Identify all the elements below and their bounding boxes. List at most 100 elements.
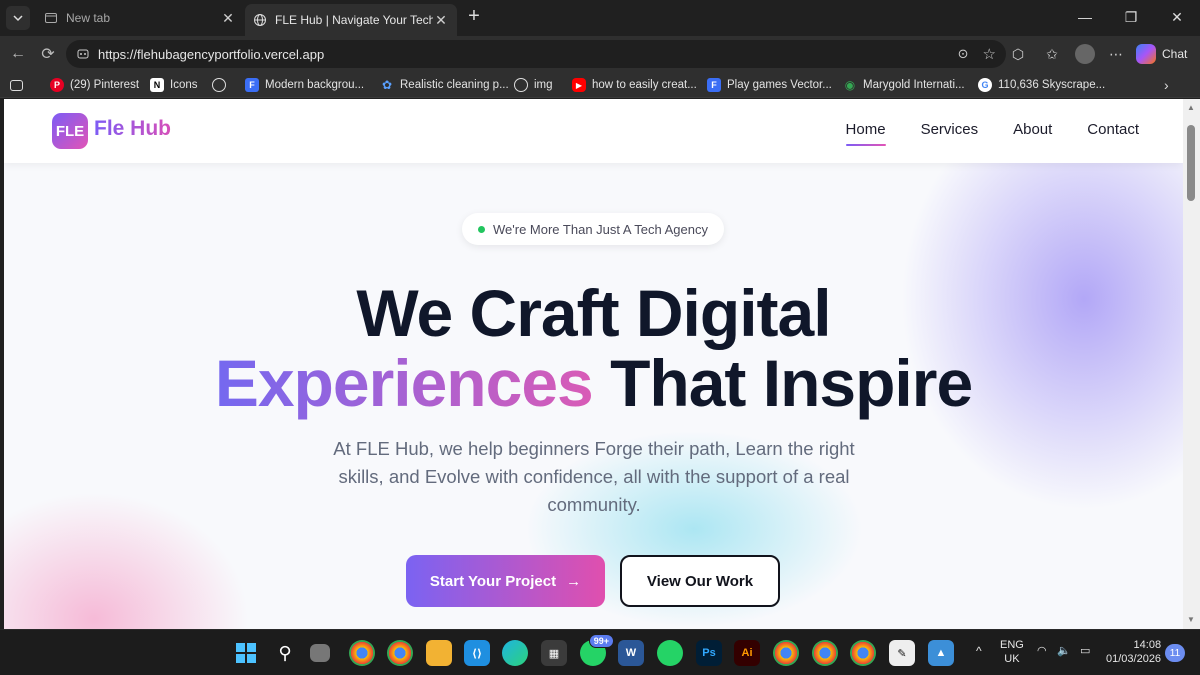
bookmark-modern-background[interactable]: F Modern backgrou...	[245, 74, 364, 96]
scroll-up-arrow-icon[interactable]: ▲	[1186, 103, 1196, 113]
clock[interactable]: 14:08 01/03/2026	[1106, 638, 1161, 666]
tab-new-tab[interactable]: New tab ✕	[36, 4, 244, 32]
logo-text[interactable]: Fle Hub	[94, 117, 171, 141]
tab-strip: New tab ✕ FLE Hub | Navigate Your Tech J…	[0, 0, 1200, 36]
chat-button[interactable]: Chat	[1136, 42, 1187, 66]
illustrator-icon[interactable]: Ai	[734, 640, 760, 666]
bookmark-pinterest[interactable]: P (29) Pinterest	[50, 74, 139, 96]
battery-icon[interactable]: ▭	[1080, 644, 1090, 658]
pinterest-icon: P	[50, 78, 64, 92]
site-header: FLE Fle Hub Home Services About Contact	[4, 99, 1183, 163]
pen-app-icon[interactable]: ✎	[889, 640, 915, 666]
tab-fle-hub[interactable]: FLE Hub | Navigate Your Tech Journ ✕	[245, 4, 457, 36]
hero-subtitle: At FLE Hub, we help beginners Forge thei…	[333, 438, 855, 515]
headline-highlight: Experiences	[214, 346, 594, 420]
nav-about[interactable]: About	[1013, 121, 1052, 138]
bookmarks-folder-icon[interactable]	[10, 74, 29, 96]
show-hidden-icons-chevron-icon[interactable]: ^	[976, 644, 982, 658]
url-text: https://flehubagencyportfolio.vercel.app	[98, 46, 325, 62]
search-icon[interactable]: ⚲	[272, 640, 298, 666]
volume-icon[interactable]: 🔈	[1057, 644, 1071, 658]
view-work-button[interactable]: View Our Work	[620, 555, 780, 607]
wifi-icon[interactable]: ◠	[1037, 644, 1047, 658]
reload-icon[interactable]: ⟳	[36, 42, 60, 66]
freepik-icon: F	[245, 78, 259, 92]
file-explorer-icon[interactable]	[426, 640, 452, 666]
chrome-icon[interactable]	[850, 640, 876, 666]
photoshop-icon[interactable]: Ps	[696, 640, 722, 666]
chrome-profile-icon[interactable]	[387, 640, 413, 666]
folder-icon	[10, 79, 23, 91]
more-options-icon[interactable]: ⊙	[958, 46, 969, 62]
bookmark-icons[interactable]: N Icons	[150, 74, 198, 96]
edge-icon[interactable]	[502, 640, 528, 666]
settings-more-icon[interactable]: ⋯	[1104, 42, 1128, 66]
headline-line-2: Experiences That Inspire	[4, 345, 1183, 421]
freepik-icon: F	[707, 78, 721, 92]
bookmark-label: (29) Pinterest	[70, 79, 140, 91]
clock-time: 14:08	[1133, 639, 1162, 651]
chevron-down-icon	[13, 15, 23, 22]
bookmark-marygold[interactable]: ◉ Marygold Internati...	[843, 74, 965, 96]
language-region: UK	[1004, 653, 1020, 665]
restore-icon[interactable]: ❐	[1108, 0, 1154, 34]
close-icon[interactable]: ✕	[433, 12, 449, 29]
bookmark-skyscrapers[interactable]: G 110,636 Skyscrape...	[978, 74, 1105, 96]
bookmark-img[interactable]: img	[514, 74, 553, 96]
globe-icon	[212, 78, 226, 92]
scroll-down-arrow-icon[interactable]: ▼	[1186, 615, 1196, 625]
map-pin-icon: ◉	[844, 78, 856, 92]
minimize-icon[interactable]: —	[1062, 0, 1108, 34]
logo-mark[interactable]: FLE	[52, 113, 88, 149]
whatsapp-business-icon[interactable]	[657, 640, 683, 666]
bookmark-label: img	[534, 79, 553, 91]
chrome-icon[interactable]	[812, 640, 838, 666]
start-project-label: Start Your Project	[429, 572, 557, 590]
bookmark-play-games[interactable]: F Play games Vector...	[707, 74, 832, 96]
vscode-icon[interactable]: ⟨⟩	[464, 640, 490, 666]
hero-badge: We're More Than Just A Tech Agency	[462, 213, 724, 245]
favorites-icon[interactable]: ✩	[1040, 42, 1064, 66]
close-window-icon[interactable]: ✕	[1154, 0, 1200, 34]
word-icon[interactable]: W	[618, 640, 644, 666]
site-info-icon[interactable]	[76, 47, 90, 61]
nav-home[interactable]: Home	[845, 121, 886, 146]
tab-actions-menu-button[interactable]	[6, 6, 30, 30]
language-indicator[interactable]: ENG UK	[1000, 638, 1024, 666]
badge-icon: ✿	[381, 78, 393, 92]
scroll-thumb[interactable]	[1187, 125, 1195, 201]
back-arrow-icon[interactable]: ←	[6, 42, 30, 66]
windows-start-icon[interactable]	[233, 640, 259, 666]
close-icon[interactable]: ✕	[220, 10, 236, 27]
tab-title: FLE Hub | Navigate Your Tech Journ	[275, 13, 433, 27]
bookmark-label: Play games Vector...	[727, 79, 832, 91]
photos-icon[interactable]: ▲	[928, 640, 954, 666]
favorite-star-icon[interactable]: ☆	[983, 45, 996, 63]
nav-services[interactable]: Services	[921, 121, 979, 138]
copilot-icon	[1136, 44, 1156, 64]
badge-text: We're More Than Just A Tech Agency	[493, 221, 708, 237]
start-project-button[interactable]: Start Your Project →	[406, 555, 605, 607]
notion-icon: N	[150, 78, 164, 92]
browser-toolbar: ← ⟳ https://flehubagencyportfolio.vercel…	[0, 36, 1200, 72]
bookmarks-bar: P (29) Pinterest N Icons F Modern backgr…	[0, 72, 1200, 98]
profile-avatar[interactable]	[1073, 42, 1097, 66]
nav-contact[interactable]: Contact	[1087, 121, 1139, 138]
new-tab-button[interactable]: +	[463, 6, 485, 28]
main-nav: Home Services About Contact	[811, 121, 1139, 146]
extensions-icon[interactable]: ⬡	[1006, 42, 1030, 66]
bookmark-globe[interactable]	[212, 74, 232, 96]
bookmark-realistic-cleaning[interactable]: ✿ Realistic cleaning p...	[380, 74, 509, 96]
google-icon: G	[978, 78, 992, 92]
bookmark-youtube[interactable]: ▶ how to easily creat...	[572, 74, 697, 96]
chrome-icon[interactable]	[773, 640, 799, 666]
chevron-right-icon[interactable]: ›	[1164, 74, 1169, 96]
address-bar[interactable]: https://flehubagencyportfolio.vercel.app…	[66, 40, 1006, 68]
clock-date: 01/03/2026	[1106, 653, 1162, 665]
store-icon[interactable]: ▦	[541, 640, 567, 666]
chrome-icon[interactable]	[349, 640, 375, 666]
notifications-badge[interactable]: 11	[1165, 644, 1185, 662]
task-view-icon[interactable]	[310, 644, 330, 662]
whatsapp-icon[interactable]: 99+	[580, 634, 614, 666]
page-scrollbar[interactable]: ▲ ▼	[1183, 99, 1200, 629]
